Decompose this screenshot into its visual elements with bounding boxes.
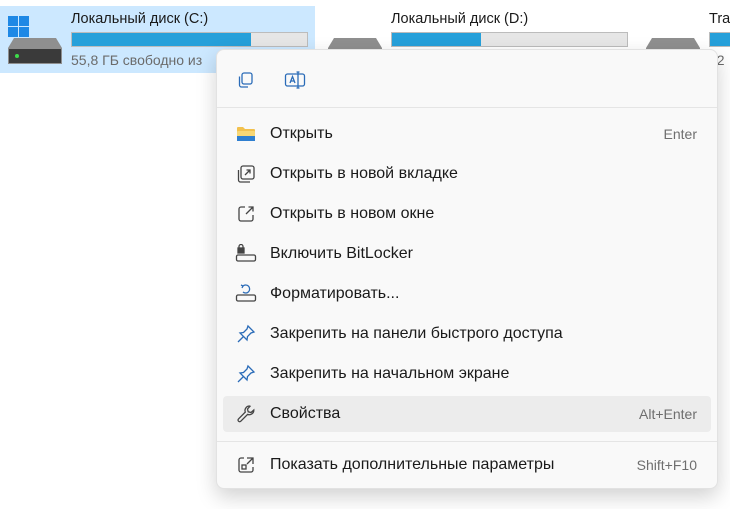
menu-item-properties[interactable]: Свойства Alt+Enter: [223, 396, 711, 432]
drive-usage-bar: [709, 32, 730, 47]
drive-name: Локальный диск (C:): [71, 11, 209, 27]
menu-item-show-more-options[interactable]: Показать дополнительные параметры Shift+…: [223, 447, 711, 483]
menu-item-label: Закрепить на панели быстрого доступа: [270, 325, 563, 342]
menu-item-label: Открыть: [270, 125, 333, 142]
rename-button[interactable]: [279, 64, 311, 96]
copy-button[interactable]: [229, 64, 261, 96]
windows-logo-icon: [8, 16, 29, 37]
menu-separator: [217, 441, 717, 442]
menu-item-open-new-window[interactable]: Открыть в новом окне: [223, 196, 711, 232]
context-menu: Открыть Enter Открыть в новой вкладке От…: [216, 49, 718, 489]
menu-item-label: Закрепить на начальном экране: [270, 365, 510, 382]
drive-name: Локальный диск (D:): [391, 11, 529, 27]
folder-icon: [235, 123, 257, 145]
menu-item-open-new-tab[interactable]: Открыть в новой вкладке: [223, 156, 711, 192]
drive-name: Tran: [709, 11, 730, 27]
menu-item-format[interactable]: Форматировать...: [223, 276, 711, 312]
new-window-icon: [235, 203, 257, 225]
pin-icon: [235, 323, 257, 345]
drive-usage-fill: [710, 33, 730, 46]
menu-item-open[interactable]: Открыть Enter: [223, 116, 711, 152]
menu-item-shortcut: Shift+F10: [636, 457, 697, 473]
wrench-icon: [235, 403, 257, 425]
drive-usage-bar: [391, 32, 628, 47]
menu-item-pin-quick-access[interactable]: Закрепить на панели быстрого доступа: [223, 316, 711, 352]
rename-icon: [284, 71, 306, 89]
menu-item-label: Форматировать...: [270, 285, 400, 302]
menu-item-pin-start[interactable]: Закрепить на начальном экране: [223, 356, 711, 392]
menu-item-label: Открыть в новой вкладке: [270, 165, 458, 182]
more-options-icon: [235, 454, 257, 476]
copy-icon: [238, 72, 253, 88]
menu-separator: [217, 107, 717, 108]
hard-drive-icon: [8, 38, 62, 64]
menu-item-shortcut: Alt+Enter: [639, 406, 697, 422]
format-icon: [235, 283, 257, 305]
menu-item-bitlocker[interactable]: Включить BitLocker: [223, 236, 711, 272]
menu-item-shortcut: Enter: [663, 126, 697, 142]
quick-actions-bar: [217, 50, 717, 106]
menu-item-label: Включить BitLocker: [270, 245, 413, 262]
drive-usage-fill: [72, 33, 251, 46]
new-tab-icon: [235, 163, 257, 185]
pin-icon: [235, 363, 257, 385]
drive-usage-bar: [71, 32, 308, 47]
drive-usage-fill: [392, 33, 482, 46]
menu-item-label: Свойства: [270, 405, 341, 422]
menu-item-label: Открыть в новом окне: [270, 205, 435, 222]
bitlocker-icon: [235, 243, 257, 265]
drive-free-space: 55,8 ГБ свободно из: [71, 52, 203, 68]
menu-item-label: Показать дополнительные параметры: [270, 456, 555, 473]
